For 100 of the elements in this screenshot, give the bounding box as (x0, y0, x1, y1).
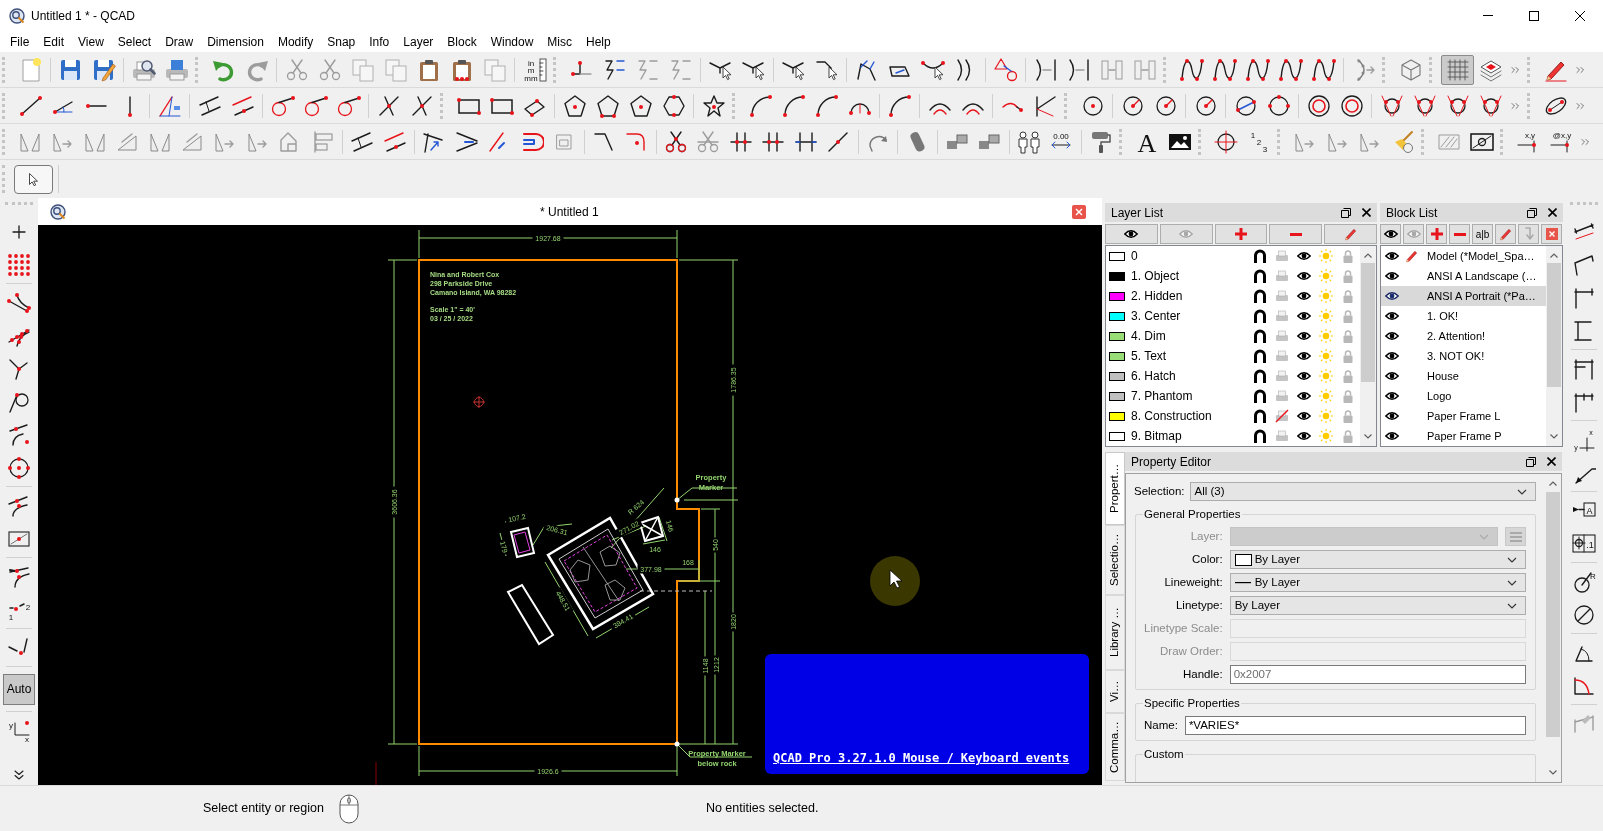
dimension-horizontal-icon[interactable] (1572, 285, 1596, 310)
menu-item[interactable]: Block (440, 32, 484, 51)
concentric-circles-icon[interactable] (1339, 93, 1364, 118)
chevron-down-icon[interactable] (1507, 556, 1517, 563)
eye-icon[interactable] (1297, 432, 1311, 440)
magnet-icon[interactable] (1253, 429, 1267, 443)
remove-block-button[interactable] (1449, 224, 1470, 244)
dimension-bars-icon[interactable] (793, 129, 818, 154)
menu-item[interactable]: View (71, 32, 111, 51)
magnet-icon[interactable] (1253, 309, 1267, 323)
dot-grid-icon[interactable] (7, 252, 31, 277)
eye-icon[interactable] (1297, 292, 1311, 300)
parallel-lines-dot-icon[interactable] (382, 129, 407, 154)
spline-icon[interactable] (1245, 57, 1270, 82)
dimension-rotated-icon[interactable] (1572, 252, 1596, 277)
eye-icon[interactable] (1385, 432, 1399, 440)
eye-icon[interactable] (1385, 392, 1399, 400)
add-layer-button[interactable] (1214, 224, 1268, 244)
pentagon-dots-icon[interactable] (595, 93, 620, 118)
block-list-item[interactable]: Paper Frame L (1381, 406, 1546, 426)
magnet-icon[interactable] (1253, 389, 1267, 403)
remove-layer-button[interactable] (1269, 224, 1323, 244)
printer-magnifier-icon[interactable] (131, 57, 156, 82)
layer-name[interactable]: 4. Dim (1131, 327, 1166, 345)
dock-tab[interactable]: Library … (1105, 595, 1125, 670)
restore-icon[interactable] (1527, 207, 1537, 218)
parallel-lines-icon[interactable] (197, 93, 222, 118)
concentric-circles-icon[interactable] (1306, 93, 1331, 118)
block-list-item[interactable]: House (1381, 366, 1546, 386)
rename-block-button[interactable]: a|b (1472, 224, 1493, 244)
close-icon[interactable] (1548, 208, 1557, 217)
restore-icon[interactable] (1526, 456, 1536, 467)
arc-icon[interactable] (887, 93, 912, 118)
scrollbar[interactable] (1546, 246, 1562, 446)
menu-item[interactable]: Misc (540, 32, 580, 51)
circle-tangents-icon[interactable] (1379, 93, 1404, 118)
line-arrows-icon[interactable] (454, 129, 479, 154)
eye-icon[interactable] (1297, 252, 1311, 260)
menu-item[interactable]: Layer (396, 32, 441, 51)
magnet-icon[interactable] (1253, 249, 1267, 263)
arc-icon[interactable] (814, 93, 839, 118)
dropdown[interactable]: By Layer (1229, 573, 1526, 592)
crosshair-icon[interactable] (1214, 129, 1239, 154)
auto-snap-button[interactable]: Auto (3, 673, 35, 705)
diameter-dimension-icon[interactable] (1572, 602, 1596, 627)
block-list-item[interactable]: Logo (1381, 386, 1546, 406)
pentagon-icon[interactable] (562, 93, 587, 118)
eye-icon[interactable] (1385, 372, 1399, 380)
magnet-icon[interactable] (1253, 329, 1267, 343)
triangle-circle-icon[interactable] (993, 57, 1018, 82)
eye-icon[interactable] (1385, 252, 1399, 260)
block-list-item[interactable]: 1. OK! (1381, 306, 1546, 326)
eye-icon[interactable] (1383, 230, 1398, 238)
restore-icon[interactable] (1341, 207, 1351, 218)
star-icon[interactable] (701, 93, 726, 118)
printer-crossed-icon[interactable] (1275, 409, 1289, 423)
pentagon-icon[interactable] (628, 93, 653, 118)
menu-item[interactable]: Dimension (200, 32, 271, 51)
circle-tangents-icon[interactable] (1412, 93, 1437, 118)
arrows-point-icon[interactable] (7, 564, 31, 589)
menu-item[interactable]: Draw (158, 32, 201, 51)
menu-item[interactable]: Help (579, 32, 618, 51)
layer-name[interactable]: 9. Bitmap (1131, 427, 1182, 445)
chevron-down-icon[interactable] (1364, 434, 1372, 439)
spline-icon[interactable] (1179, 57, 1204, 82)
pencil-icon[interactable] (1343, 227, 1358, 241)
line-icon[interactable] (18, 93, 43, 118)
scrollbar-thumb[interactable] (1361, 263, 1375, 382)
pencil-icon[interactable] (1405, 249, 1419, 263)
cross-bars-icon[interactable] (728, 129, 753, 154)
circle-tangents-icon[interactable] (1478, 93, 1503, 118)
chevron-up-icon[interactable] (1550, 253, 1558, 258)
layer-name[interactable]: 5. Text (1131, 347, 1167, 365)
scrollbar-thumb[interactable] (1546, 492, 1560, 737)
input-field[interactable]: *VARIES* (1184, 716, 1526, 735)
arc-icon[interactable] (781, 93, 806, 118)
eye-icon[interactable] (1385, 272, 1399, 280)
spline-icon[interactable] (1278, 57, 1303, 82)
menu-item[interactable]: File (3, 32, 37, 51)
menu-item[interactable]: Modify (270, 32, 321, 51)
dock-tab[interactable]: Selectio… (1105, 525, 1125, 595)
minus-icon[interactable] (1289, 232, 1302, 236)
double-chevron-down-icon[interactable] (14, 770, 24, 780)
dimension-baseline-icon[interactable] (1572, 356, 1596, 381)
dock-tab[interactable]: Comma… (1105, 713, 1125, 781)
zigzag-lines-icon[interactable] (602, 57, 627, 82)
bracket-bar-icon[interactable] (1066, 57, 1091, 82)
eye-icon[interactable] (1124, 230, 1139, 238)
layer-name[interactable]: 0 (1131, 247, 1138, 265)
select-button[interactable] (14, 164, 53, 194)
magnet-icon[interactable] (1253, 289, 1267, 303)
chevron-down-icon[interactable] (1507, 579, 1517, 586)
floppy-pencil-icon[interactable] (91, 57, 116, 82)
circle-diameter-icon[interactable] (1233, 93, 1258, 118)
numbering-icon[interactable]: 1 2 3 (1246, 129, 1271, 154)
eye-icon[interactable] (1385, 292, 1399, 300)
chevron-up-icon[interactable] (1364, 253, 1372, 258)
pointer-icon[interactable] (29, 172, 38, 186)
circle-line-icon[interactable] (336, 93, 361, 118)
scrollbar[interactable] (1360, 246, 1376, 446)
